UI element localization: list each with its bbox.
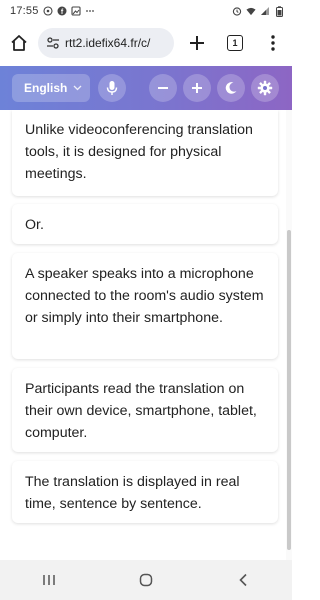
translation-text: A speaker speaks into a microphone conne…	[25, 266, 264, 326]
home-nav-button[interactable]	[126, 565, 166, 595]
back-button[interactable]	[223, 565, 263, 595]
browser-menu-button[interactable]	[260, 30, 286, 56]
translation-card: Unlike videoconferencing translation too…	[12, 110, 278, 196]
recent-apps-icon	[42, 575, 55, 585]
scrollbar-thumb[interactable]	[287, 230, 291, 550]
microphone-button[interactable]	[98, 74, 126, 102]
language-select[interactable]: English	[12, 74, 90, 102]
status-time: 17:55	[10, 5, 39, 17]
home-icon	[11, 35, 27, 51]
more-notifications-icon	[85, 6, 95, 16]
browser-toolbar: rtt2.idefix64.fr/c/ 1	[0, 22, 292, 64]
home-circle-icon	[139, 573, 153, 587]
facebook-icon: f	[57, 6, 67, 16]
dark-mode-button[interactable]	[217, 74, 245, 102]
minus-icon	[158, 87, 168, 89]
back-icon	[239, 573, 247, 587]
wifi-icon	[246, 6, 256, 16]
alarm-icon	[232, 6, 242, 16]
address-bar[interactable]: rtt2.idefix64.fr/c/	[38, 28, 174, 58]
translation-text: Participants read the translation on the…	[25, 381, 257, 441]
new-tab-button[interactable]	[184, 30, 210, 56]
app-toolbar: English	[0, 66, 292, 110]
tab-count: 1	[227, 35, 243, 51]
gear-icon	[257, 80, 273, 96]
translation-feed[interactable]: Unlike videoconferencing translation too…	[0, 110, 292, 560]
status-bar: 17:55 f	[0, 0, 292, 22]
translation-card: A speaker speaks into a microphone conne…	[12, 253, 278, 359]
translation-text: The translation is displayed in real tim…	[25, 474, 240, 512]
zoom-in-button[interactable]	[183, 74, 211, 102]
site-settings-icon[interactable]	[46, 36, 60, 50]
battery-icon	[274, 5, 284, 17]
translation-text: Unlike videoconferencing translation too…	[25, 122, 253, 182]
translation-card: Participants read the translation on the…	[12, 368, 278, 452]
url-text: rtt2.idefix64.fr/c/	[65, 36, 151, 50]
translation-text: Or.	[25, 217, 44, 233]
signal-icon	[260, 6, 270, 16]
microphone-icon	[106, 81, 118, 95]
image-icon	[70, 6, 81, 16]
translation-card: Or.	[12, 204, 278, 244]
plus-icon	[190, 36, 204, 50]
chevron-down-icon	[73, 83, 82, 93]
home-button[interactable]	[6, 30, 32, 56]
settings-button[interactable]	[251, 74, 279, 102]
more-vert-icon	[271, 35, 275, 51]
translation-card: The translation is displayed in real tim…	[12, 461, 278, 523]
tab-switcher-button[interactable]: 1	[222, 30, 248, 56]
status-right	[232, 5, 284, 17]
language-label: English	[24, 81, 68, 95]
moon-icon	[225, 82, 237, 94]
status-left: 17:55 f	[10, 5, 95, 17]
whatsapp-icon	[42, 6, 53, 16]
recent-apps-button[interactable]	[29, 565, 69, 595]
zoom-out-button[interactable]	[149, 74, 177, 102]
system-navigation-bar	[0, 560, 292, 600]
plus-icon	[192, 83, 202, 93]
